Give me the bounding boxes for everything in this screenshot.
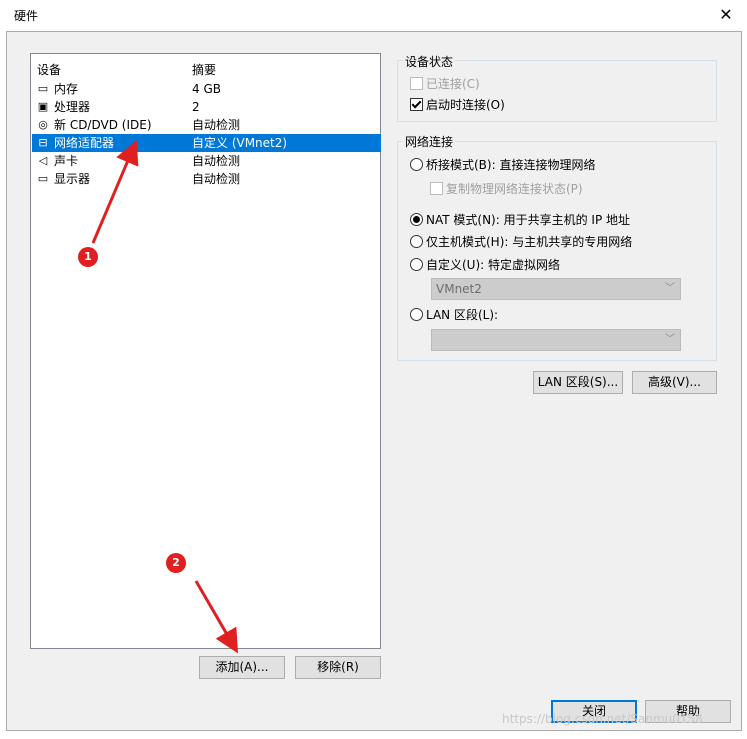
annotation-badge-2: 2 [166, 553, 186, 573]
watermark: https://blog.csdn.net/Sanmu0158 [502, 712, 703, 726]
annotation-badge-1: 1 [78, 247, 98, 267]
annotation-arrows [91, 139, 239, 654]
annotation-arrow-2 [194, 580, 239, 654]
annotation-arrow-1 [91, 139, 139, 244]
